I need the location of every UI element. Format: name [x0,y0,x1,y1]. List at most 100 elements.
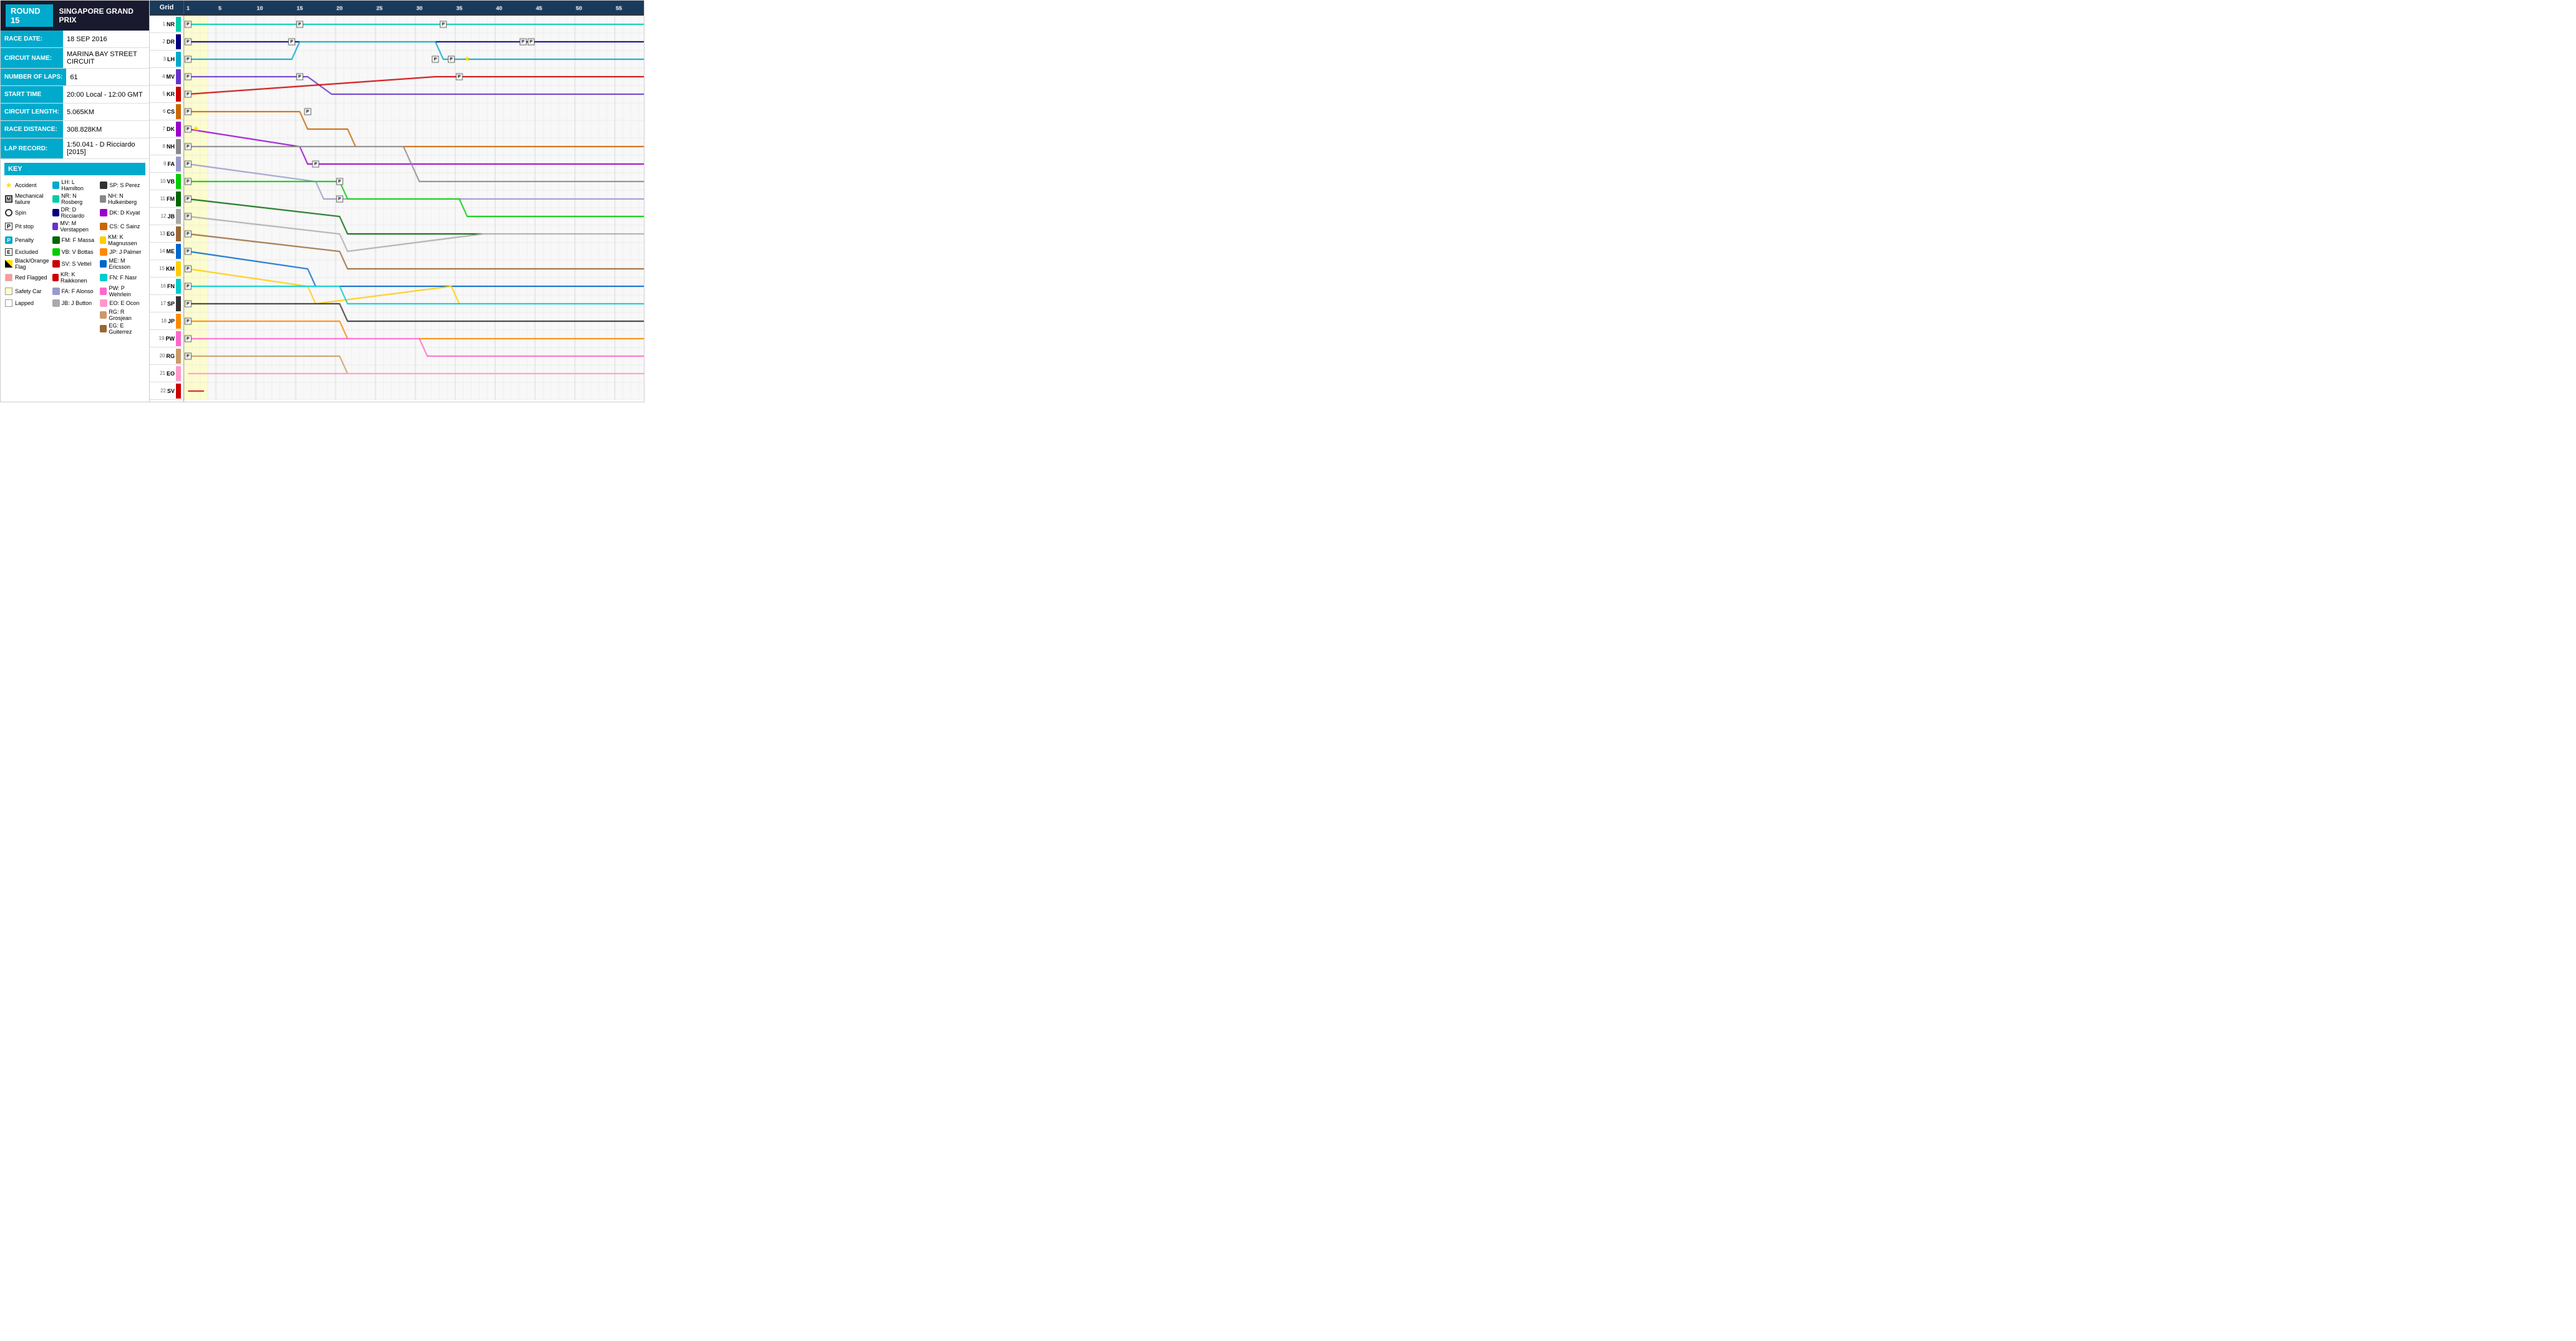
field-label: NUMBER OF LAPS: [1,69,66,85]
grid-pos-num: 2 [163,39,165,44]
key-redflag: Red Flagged [4,271,50,284]
safetycar-icon [4,287,13,296]
driver-color-bar [176,384,181,399]
driver-color-bar [176,296,181,311]
header-canvas [184,1,644,14]
field-value: 308.828KM [63,121,105,138]
driver-color-bar [176,139,181,154]
driver-abbr: LH [167,56,175,62]
info-fields: RACE DATE:18 SEP 2016CIRCUIT NAME:MARINA… [1,31,149,159]
driver-color-bar [176,174,181,189]
grid-positions-column: 1NR2DR3LH4MV5KR6CS7DK8NH9FA10VB11FM12JB1… [150,16,184,402]
grid-pos-num: 6 [163,109,165,114]
grid-header-label: Grid [150,1,184,14]
driver-color-bar [176,261,181,276]
blackflag-icon [4,259,13,268]
key-pw: PW: P Wehrlein [100,285,145,298]
key-spin: Spin [4,206,50,219]
driver-abbr: SV [167,388,175,394]
key-cs: CS: C Sainz [100,220,145,233]
spin-icon [4,208,13,217]
grid-row-label: 9FA [150,155,183,173]
driver-color-bar [176,17,181,32]
field-label: RACE DATE: [1,31,63,47]
driver-abbr: SP [167,301,175,307]
key-me: ME: M Ericsson [100,258,145,270]
chart-body: 1NR2DR3LH4MV5KR6CS7DK8NH9FA10VB11FM12JB1… [150,16,644,402]
info-row: NUMBER OF LAPS:61 [1,69,149,86]
driver-abbr: NR [167,21,175,27]
driver-color-bar [176,52,181,67]
key-rg: RG: R Grosjean [100,309,145,321]
driver-color-bar [176,279,181,294]
grid-pos-num: 4 [162,74,165,79]
grid-row-label: 5KR [150,85,183,103]
grid-pos-num: 22 [160,388,166,394]
key-lh: LH: L Hamilton [52,179,98,191]
info-row: RACE DISTANCE:308.828KM [1,121,149,138]
grid-pos-num: 7 [163,126,165,132]
key-empty4 [52,322,98,335]
key-dk: DK: D Kvyat [100,206,145,219]
driver-abbr: RG [167,353,175,359]
lh-color [52,182,60,189]
eo-color [100,299,107,307]
driver-abbr: MV [167,74,175,80]
grid-pos-num: 13 [160,231,165,236]
field-value: 5.065KM [63,104,98,120]
grid-pos-num: 3 [163,56,166,62]
field-value: 61 [66,69,81,85]
key-grid: ★ Accident LH: L Hamilton SP: S Perez M … [4,179,145,335]
key-km: KM: K Magnussen [100,234,145,246]
key-excluded: E Excluded [4,248,50,256]
grid-row-label: 7DK [150,120,183,138]
key-mechanical: M Mechanical failure [4,193,50,205]
km-color [100,236,106,244]
key-sp: SP: S Perez [100,179,145,191]
grid-row-label: 2DR [150,33,183,51]
grid-pos-num: 1 [163,21,165,27]
info-row: RACE DATE:18 SEP 2016 [1,31,149,48]
grid-row-label: 3LH [150,51,183,68]
grid-row-label: 12JB [150,208,183,225]
grid-row-label: 20RG [150,347,183,365]
dr-color [52,209,59,216]
lap-number-header [184,1,644,14]
key-empty3 [4,322,50,335]
driver-abbr: KR [167,91,175,97]
key-blackflag: Black/Orange Flag [4,258,50,270]
cs-color [100,223,107,230]
grid-pos-num: 20 [160,353,165,359]
field-label: LAP RECORD: [1,138,63,158]
driver-color-bar [176,244,181,259]
driver-abbr: JP [168,318,175,324]
key-empty [4,309,50,321]
driver-abbr: CS [167,109,175,115]
grid-row-label: 21EO [150,365,183,382]
key-jb: JB: J Button [52,299,98,307]
grid-row-label: 4MV [150,68,183,85]
rg-color [100,311,107,319]
round-header: ROUND 15 SINGAPORE GRAND PRIX [1,1,149,31]
driver-color-bar [176,349,181,364]
driver-color-bar [176,331,181,346]
key-lapped: Lapped [4,299,50,307]
field-value: MARINA BAY STREET CIRCUIT [63,48,149,68]
field-label: CIRCUIT NAME: [1,48,63,68]
fn-color [100,274,107,281]
kr-color [52,274,59,281]
fa-color [52,288,60,295]
driver-color-bar [176,157,181,172]
key-sv: SV: S Vettel [52,258,98,270]
mechanical-icon: M [4,195,13,203]
field-value: 20:00 Local - 12:00 GMT [63,86,147,103]
sp-color [100,182,107,189]
driver-color-bar [176,104,181,119]
key-mv: MV: M Verstappen [52,220,98,233]
grid-pos-num: 11 [160,196,165,201]
driver-abbr: PW [166,336,175,342]
key-nr: NR: N Rosberg [52,193,98,205]
grid-row-label: 1NR [150,16,183,33]
main-chart-canvas [184,16,644,400]
grid-row-label: 17SP [150,295,183,312]
